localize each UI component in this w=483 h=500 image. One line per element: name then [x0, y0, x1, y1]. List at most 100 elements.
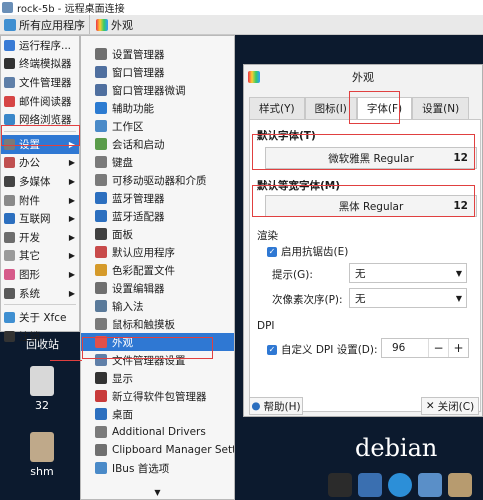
menu-item-label: 文件管理器 — [19, 76, 72, 89]
dock-browser-icon[interactable] — [388, 473, 412, 497]
subpixel-label: 次像素次序(P): — [272, 294, 343, 306]
submenu-item-22[interactable]: Clipboard Manager Settings — [81, 441, 234, 459]
menu-item-5[interactable]: 设置 ▶ — [1, 134, 79, 154]
submenu-item-17[interactable]: 文件管理器设置 — [81, 351, 234, 369]
workspaces-icon — [95, 120, 107, 132]
submenu-item-11[interactable]: 默认应用程序 — [81, 243, 234, 261]
chevron-right-icon: ▶ — [68, 195, 75, 205]
submenu-item-label: IBus 首选项 — [112, 462, 170, 475]
submenu-item-7[interactable]: 可移动驱动器和介质 — [81, 171, 234, 189]
scroll-down-icon[interactable]: ▼ — [81, 488, 234, 497]
submenu-item-label: 辅助功能 — [112, 102, 154, 115]
menu-item-12[interactable]: 图形 ▶ — [1, 265, 79, 284]
menu-item-10[interactable]: 开发 ▶ — [1, 228, 79, 247]
submenu-item-4[interactable]: 工作区 — [81, 117, 234, 135]
other-icon — [4, 250, 15, 262]
submenu-item-13[interactable]: 设置编辑器 — [81, 279, 234, 297]
menu-item-3[interactable]: 邮件阅读器 — [1, 92, 79, 111]
menu-item-label: 关于 Xfce — [19, 312, 67, 325]
subpixel-select[interactable]: 无 ▼ — [349, 288, 467, 308]
menu-item-1[interactable]: 终端模拟器 — [1, 55, 79, 74]
submenu-item-1[interactable]: 窗口管理器 — [81, 63, 234, 81]
menu-item-label: 多媒体 — [19, 175, 51, 188]
menu-item-2[interactable]: 文件管理器 — [1, 73, 79, 92]
settings-editor-icon — [95, 282, 107, 294]
submenu-item-label: 蓝牙管理器 — [112, 192, 165, 205]
submenu-item-15[interactable]: 鼠标和触摸板 — [81, 315, 234, 333]
desktop-icon-shm[interactable]: shm — [30, 432, 54, 478]
dock-files-icon[interactable] — [358, 473, 382, 497]
increase-button[interactable]: + — [448, 339, 468, 357]
menu-item-label: 图形 — [19, 268, 40, 281]
submenu-item-8[interactable]: 蓝牙管理器 — [81, 189, 234, 207]
settings-manager-icon — [95, 48, 107, 60]
menu-item-7[interactable]: 多媒体 ▶ — [1, 172, 79, 191]
input-method-icon — [95, 300, 107, 312]
debian-logo: debian — [355, 434, 438, 462]
session-icon — [95, 138, 107, 150]
submenu-item-18[interactable]: 显示 — [81, 369, 234, 387]
drive-label: 32 — [35, 399, 49, 412]
submenu-item-12[interactable]: 色彩配置文件 — [81, 261, 234, 279]
menu-item-14[interactable]: 关于 Xfce — [1, 308, 79, 327]
taskbar-window-label: 外观 — [111, 18, 133, 32]
submenu-item-16[interactable]: 外观 — [81, 333, 234, 351]
tab-fonts[interactable]: 字体(F) — [356, 97, 413, 119]
submenu-item-9[interactable]: 蓝牙适配器 — [81, 207, 234, 225]
close-button[interactable]: ✕ 关闭(C) — [421, 397, 479, 415]
applications-menu: 运行程序... 终端模拟器 文件管理器 邮件阅读器 网络浏览器 设置 ▶ 办公 ▶ 多媒体 ▶ 附件 ▶… — [0, 35, 80, 343]
menu-item-4[interactable]: 网络浏览器 — [1, 110, 79, 129]
dock-search-icon[interactable] — [418, 473, 442, 497]
submenu-item-19[interactable]: 新立得软件包管理器 — [81, 387, 234, 405]
menu-item-9[interactable]: 互联网 ▶ — [1, 209, 79, 228]
help-button[interactable]: ● 帮助(H) — [249, 397, 303, 415]
tab-settings[interactable]: 设置(N) — [412, 97, 470, 119]
taskbar-window-appearance[interactable]: 外观 — [90, 17, 139, 33]
tab-icons[interactable]: 图标(I) — [304, 97, 357, 119]
submenu-item-6[interactable]: 键盘 — [81, 153, 234, 171]
submenu-item-label: Additional Drivers — [112, 426, 206, 438]
default-font-size: 12 — [453, 152, 468, 164]
menu-item-13[interactable]: 系统 ▶ — [1, 284, 79, 303]
submenu-item-3[interactable]: 辅助功能 — [81, 99, 234, 117]
submenu-item-21[interactable]: Additional Drivers — [81, 423, 234, 441]
fonts-pane: 默认字体(T) 微软雅黑 Regular 12 默认等宽字体(M) 黑体 Reg… — [249, 119, 481, 412]
mono-font-heading: 默认等宽字体(M) — [257, 180, 341, 192]
default-font-button[interactable]: 微软雅黑 Regular 12 — [265, 147, 477, 169]
submenu-item-14[interactable]: 输入法 — [81, 297, 234, 315]
help-label: 帮助(H) — [263, 400, 301, 413]
submenu-item-label: 外观 — [112, 336, 133, 349]
remote-desktop-icon — [2, 2, 13, 13]
internet-icon — [4, 213, 15, 225]
submenu-item-5[interactable]: 会话和启动 — [81, 135, 234, 153]
menu-item-0[interactable]: 运行程序... — [1, 36, 79, 55]
submenu-item-20[interactable]: 桌面 — [81, 405, 234, 423]
submenu-item-10[interactable]: 面板 — [81, 225, 234, 243]
mouse-icon — [95, 318, 107, 330]
antialias-checkbox[interactable]: ✓ 启用抗锯齿(E) — [267, 244, 348, 259]
custom-dpi-checkbox[interactable]: ✓ 自定义 DPI 设置(D): — [267, 342, 378, 357]
remote-window-title: rock-5b - 远程桌面连接 — [17, 4, 125, 15]
dock-terminal-icon[interactable] — [328, 473, 352, 497]
dpi-spinbox[interactable]: 96 − + — [381, 338, 469, 358]
submenu-item-0[interactable]: 设置管理器 — [81, 45, 234, 63]
menu-item-11[interactable]: 其它 ▶ — [1, 247, 79, 266]
mail-icon — [4, 95, 15, 107]
submenu-item-label: 新立得软件包管理器 — [112, 390, 207, 403]
desktop-icon-drive-32[interactable]: 32 — [30, 366, 54, 412]
menu-item-15[interactable]: 注销 — [1, 327, 79, 346]
submenu-item-label: 默认应用程序 — [112, 246, 175, 259]
tab-style[interactable]: 样式(Y) — [249, 97, 305, 119]
menu-item-6[interactable]: 办公 ▶ — [1, 154, 79, 173]
submenu-item-23[interactable]: IBus 首选项 — [81, 459, 234, 477]
clipboard-icon — [95, 444, 107, 456]
menu-item-8[interactable]: 附件 ▶ — [1, 191, 79, 210]
hinting-select[interactable]: 无 ▼ — [349, 263, 467, 283]
antialias-label: 启用抗锯齿(E) — [281, 246, 349, 258]
decrease-button[interactable]: − — [428, 339, 448, 357]
mono-font-button[interactable]: 黑体 Regular 12 — [265, 195, 477, 217]
menu-item-label: 邮件阅读器 — [19, 95, 72, 108]
submenu-item-2[interactable]: 窗口管理器微调 — [81, 81, 234, 99]
dock-folder-icon[interactable] — [448, 473, 472, 497]
applications-menu-button[interactable]: 所有应用程序 — [0, 15, 90, 34]
